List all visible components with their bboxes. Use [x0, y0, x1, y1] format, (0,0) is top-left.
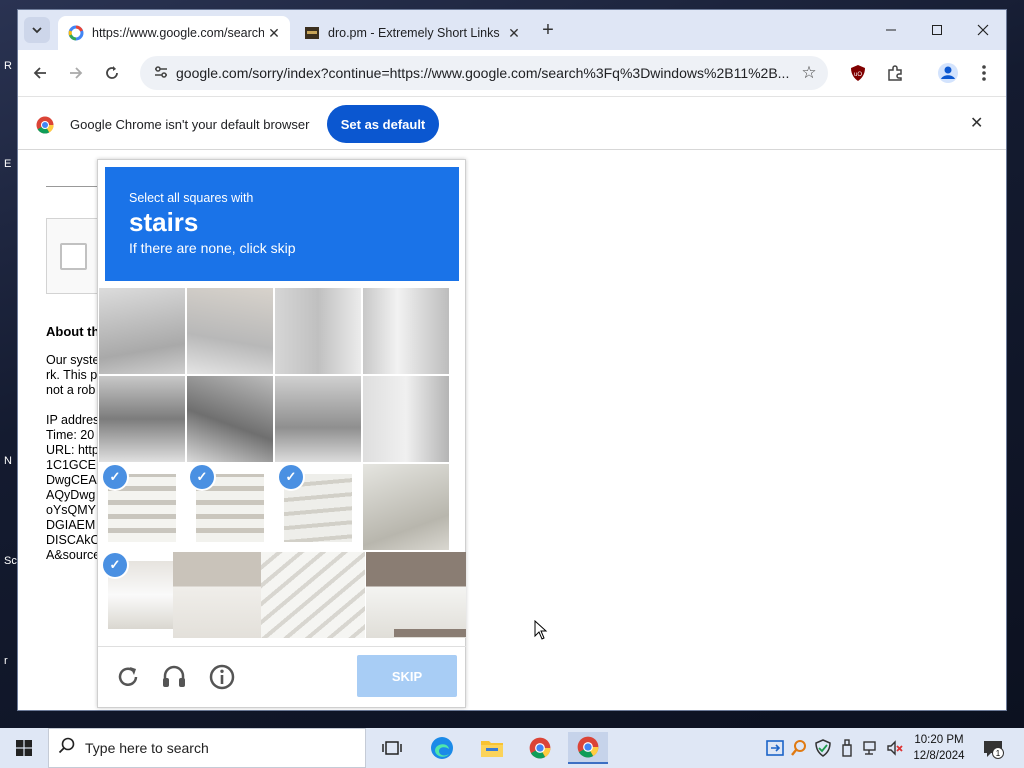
chrome-menu-icon[interactable]	[973, 62, 995, 84]
bookmark-star-icon[interactable]: ☆	[794, 63, 824, 83]
usb-device-tray-icon[interactable]	[838, 739, 856, 757]
desktop-icon-label[interactable]: R	[4, 60, 12, 72]
tab-strip: https://www.google.com/search ✕ dro.pm -…	[18, 10, 1006, 50]
grid-tile-6[interactable]	[187, 376, 273, 462]
tile-selected-check-icon: ✓	[103, 553, 127, 577]
tab-search-button[interactable]	[24, 17, 50, 43]
dro-pm-favicon-icon	[305, 27, 319, 39]
profile-avatar-icon[interactable]	[937, 62, 959, 84]
instruction-bottom: If there are none, click skip	[129, 240, 296, 256]
chrome-active-taskbar-icon[interactable]	[568, 732, 608, 764]
recaptcha-challenge: Select all squares with stairs If there …	[97, 159, 466, 708]
mouse-cursor-icon	[534, 620, 548, 640]
target-object: stairs	[129, 207, 199, 237]
chrome-taskbar-icon[interactable]	[520, 732, 560, 764]
challenge-image-grid: ✓ ✓ ✓ ✓	[98, 288, 466, 644]
security-shield-tray-icon[interactable]	[814, 739, 832, 757]
maximize-icon[interactable]	[915, 16, 959, 44]
recaptcha-checkbox[interactable]	[60, 243, 87, 270]
windows-logo-icon	[16, 740, 32, 756]
chevron-down-icon	[32, 27, 42, 34]
desktop-icon-label[interactable]: Sc	[4, 555, 17, 567]
grid-tile-15[interactable]	[261, 552, 365, 638]
clock-time: 10:20 PM	[914, 734, 964, 746]
forward-icon[interactable]	[63, 60, 89, 86]
network-tray-icon[interactable]	[862, 739, 880, 757]
set-as-default-button[interactable]: Set as default	[327, 105, 439, 143]
site-info-icon[interactable]	[146, 65, 176, 82]
close-infobar-icon[interactable]: ✕	[970, 113, 983, 133]
grid-tile-5[interactable]	[99, 376, 185, 462]
back-icon[interactable]	[27, 60, 53, 86]
audio-challenge-icon[interactable]	[160, 663, 190, 693]
tab-google-search[interactable]: https://www.google.com/search ✕	[58, 16, 290, 50]
close-window-icon[interactable]	[961, 16, 1005, 44]
tab-title: https://www.google.com/search	[92, 26, 264, 40]
tab-dro-pm[interactable]: dro.pm - Extremely Short Links ✕	[294, 16, 530, 50]
tile-selected-check-icon: ✓	[103, 465, 127, 489]
infobar-message: Google Chrome isn't your default browser	[70, 117, 310, 132]
search-icon	[49, 737, 85, 760]
grid-tile-12[interactable]	[363, 464, 449, 550]
new-tab-icon[interactable]: +	[536, 18, 560, 42]
sync-tray-icon[interactable]	[766, 739, 784, 757]
desktop-icon-label[interactable]: E	[4, 158, 11, 170]
url-text[interactable]: google.com/sorry/index?continue=https://…	[176, 65, 794, 81]
grid-tile-8[interactable]	[363, 376, 449, 462]
close-tab-icon[interactable]: ✕	[264, 25, 284, 42]
volume-muted-tray-icon[interactable]	[886, 739, 904, 757]
google-favicon-icon	[68, 25, 84, 41]
tab-title: dro.pm - Extremely Short Links	[328, 26, 500, 40]
info-help-icon[interactable]	[208, 663, 238, 693]
grid-tile-4[interactable]	[363, 288, 449, 374]
task-view-icon[interactable]	[372, 732, 412, 764]
ublock-origin-icon[interactable]: uO	[847, 62, 869, 84]
chrome-logo-icon	[36, 116, 54, 134]
clock-date: 12/8/2024	[913, 750, 965, 762]
minimize-icon[interactable]	[869, 16, 913, 44]
reload-icon[interactable]	[99, 60, 125, 86]
grid-tile-3[interactable]	[275, 288, 361, 374]
challenge-footer: SKIP	[98, 646, 466, 708]
grid-tile-1[interactable]	[99, 288, 185, 374]
start-button[interactable]	[0, 728, 48, 768]
tile-selected-check-icon: ✓	[190, 465, 214, 489]
extensions-puzzle-icon[interactable]	[884, 62, 906, 84]
browser-toolbar: google.com/sorry/index?continue=https://…	[18, 50, 1006, 96]
desktop-icon-label[interactable]: N	[4, 455, 12, 467]
default-browser-infobar: Google Chrome isn't your default browser…	[18, 96, 1006, 150]
system-clock[interactable]: 10:20 PM 12/8/2024	[906, 732, 972, 764]
svg-text:uO: uO	[854, 72, 862, 78]
grid-tile-2[interactable]	[187, 288, 273, 374]
challenge-instructions: Select all squares with stairs If there …	[105, 167, 459, 281]
notification-count: 1	[996, 749, 1001, 758]
windows-taskbar: Type here to search 10:20 PM 12/8/2024 1	[0, 728, 1024, 768]
file-explorer-icon[interactable]	[472, 732, 512, 764]
taskbar-search-box[interactable]: Type here to search	[48, 728, 366, 768]
skip-button[interactable]: SKIP	[357, 655, 457, 697]
reload-challenge-icon[interactable]	[114, 663, 144, 693]
instruction-top: Select all squares with	[129, 191, 254, 205]
grid-tile-16[interactable]	[366, 552, 466, 638]
tile-fragment	[394, 629, 466, 637]
address-bar[interactable]: google.com/sorry/index?continue=https://…	[140, 56, 828, 90]
grid-tile-7[interactable]	[275, 376, 361, 462]
tile-selected-check-icon: ✓	[279, 465, 303, 489]
edge-browser-icon[interactable]	[422, 732, 462, 764]
close-tab-icon[interactable]: ✕	[504, 25, 524, 42]
search-tool-tray-icon[interactable]	[790, 739, 808, 757]
about-heading: About th	[46, 324, 100, 339]
grid-tile-14[interactable]	[173, 552, 261, 638]
notifications-icon[interactable]: 1	[982, 738, 1004, 760]
search-placeholder: Type here to search	[85, 740, 209, 756]
desktop-icon-label[interactable]: r	[4, 655, 8, 667]
